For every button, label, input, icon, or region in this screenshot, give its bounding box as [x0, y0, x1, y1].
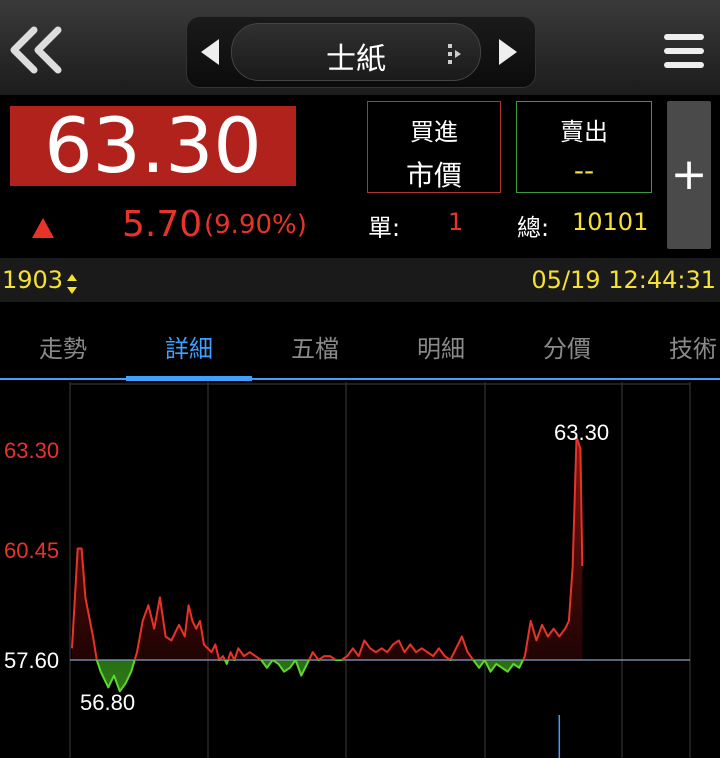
- unit-label: 單:: [368, 214, 401, 242]
- y-tick-label: 63.30: [4, 438, 59, 463]
- price-change-percent: (9.90%): [204, 210, 307, 240]
- stock-selector: 士紙: [186, 16, 536, 88]
- high-price-label: 63.30: [554, 420, 609, 445]
- buy-price-type: 市價: [405, 159, 462, 192]
- top-bar: 士紙: [0, 0, 720, 95]
- tab-bar: 走勢 詳細 五檔 明細 分價 技術: [0, 320, 720, 382]
- last-price: 63.30: [44, 101, 262, 190]
- double-chevron-left-icon[interactable]: [8, 22, 68, 82]
- total-volume: 10101: [572, 208, 649, 236]
- intraday-chart: 63.30 60.45 57.60 63.30 56.80: [4, 382, 691, 758]
- next-stock-icon[interactable]: [499, 39, 517, 65]
- buy-button[interactable]: 買進 市價: [367, 101, 501, 193]
- price-change: 5.70: [122, 204, 203, 245]
- price-area-up: [72, 437, 583, 660]
- prev-stock-icon[interactable]: [201, 39, 219, 65]
- active-tab-indicator: [126, 376, 252, 381]
- quote-datetime: 05/19 12:44:31: [531, 266, 716, 294]
- stock-code[interactable]: 1903: [2, 266, 63, 294]
- tab-detail[interactable]: 詳細: [126, 320, 252, 378]
- add-button[interactable]: +: [667, 101, 711, 249]
- total-label: 總:: [517, 214, 550, 242]
- buy-label: 買進: [410, 118, 458, 146]
- info-bar: 1903 05/19 12:44:31: [0, 258, 720, 302]
- y-tick-label: 60.45: [4, 538, 59, 563]
- stock-list-icon[interactable]: [448, 42, 462, 66]
- sell-price: --: [573, 154, 595, 187]
- stock-title: 士紙: [326, 42, 386, 77]
- y-tick-label: 57.60: [4, 648, 59, 673]
- unit-value: 1: [448, 208, 464, 236]
- sell-button[interactable]: 賣出 --: [516, 101, 652, 193]
- sort-arrows-icon[interactable]: [66, 272, 78, 296]
- tab-ticks[interactable]: 明細: [378, 320, 504, 378]
- last-price-box: 63.30: [10, 106, 296, 186]
- tab-five-levels[interactable]: 五檔: [252, 320, 378, 378]
- tab-technical[interactable]: 技術: [630, 320, 720, 378]
- tab-price-volume[interactable]: 分價: [504, 320, 630, 378]
- hamburger-menu-icon[interactable]: [664, 34, 704, 74]
- sell-label: 賣出: [560, 118, 608, 146]
- plus-icon: +: [670, 149, 708, 200]
- low-price-label: 56.80: [80, 690, 135, 715]
- tab-divider: [0, 378, 720, 380]
- stock-title-field[interactable]: 士紙: [231, 23, 481, 81]
- up-arrow-icon: [32, 218, 54, 238]
- tab-trend[interactable]: 走勢: [0, 320, 126, 378]
